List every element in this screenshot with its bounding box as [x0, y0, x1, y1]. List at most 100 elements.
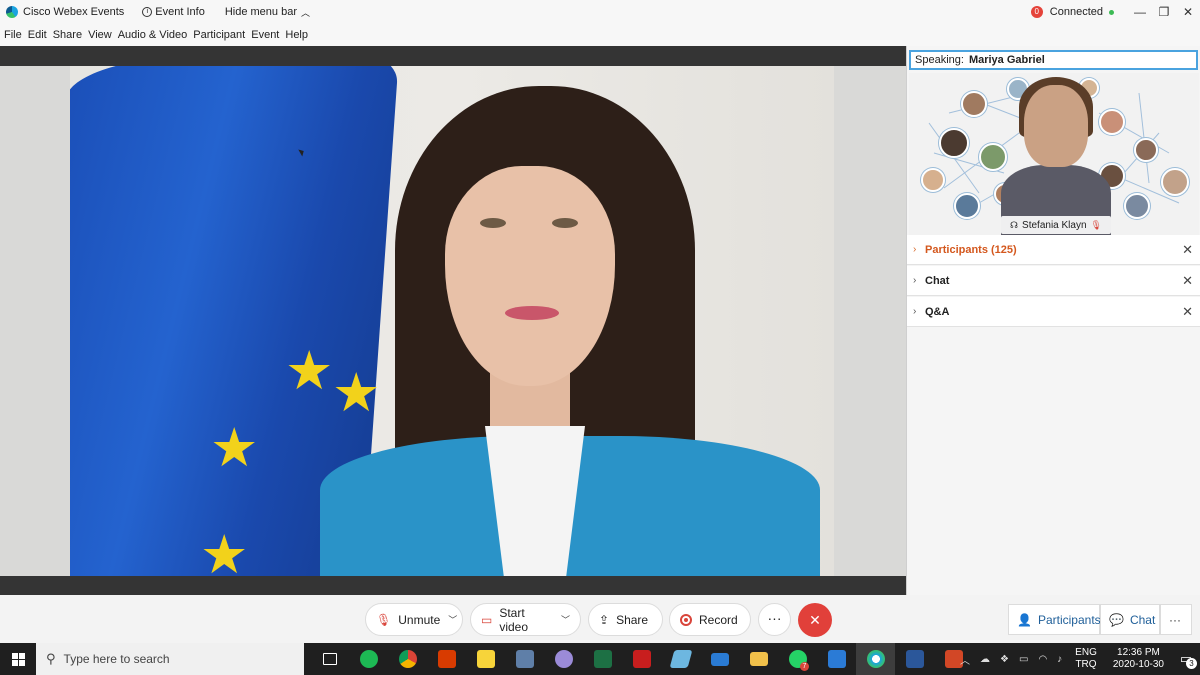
whatsapp-badge: 7 [800, 662, 809, 671]
self-name: Stefania Klayn [1022, 219, 1087, 231]
clock[interactable]: 12:36 PM 2020-10-30 [1113, 647, 1164, 671]
record-button[interactable]: Record [669, 603, 751, 636]
speaking-label: Speaking: [915, 54, 964, 66]
event-info-label: Event Info [155, 6, 205, 18]
hide-menu-bar-button[interactable]: Hide menu bar ︿ [225, 6, 310, 19]
file-explorer-icon[interactable] [739, 643, 778, 675]
speaker-video: ★ ★ ★ ★ [70, 66, 834, 576]
menu-bar: File Edit Share View Audio & Video Parti… [0, 24, 1200, 46]
share-button[interactable]: ⇪ Share [588, 603, 663, 636]
chevron-right-icon: › [913, 275, 917, 286]
wifi-icon[interactable]: ◠ [1038, 654, 1047, 665]
chevron-down-icon[interactable]: ﹀ [448, 613, 457, 626]
notification-center-button[interactable]: ▭ 3 [1172, 643, 1200, 675]
close-button[interactable]: ✕ [1176, 5, 1200, 19]
menu-file[interactable]: File [4, 29, 22, 41]
menu-share[interactable]: Share [53, 29, 82, 41]
windows-logo-icon [11, 652, 25, 666]
language-indicator[interactable]: ENG TRQ [1075, 647, 1097, 671]
language-bottom: TRQ [1075, 659, 1097, 670]
event-info-button[interactable]: i Event Info [142, 6, 205, 18]
word-icon[interactable] [895, 643, 934, 675]
connected-dot-icon [1109, 9, 1114, 15]
chat-section[interactable]: › Chat ✕ [907, 266, 1200, 296]
acrobat-icon[interactable] [622, 643, 661, 675]
system-tray: ︿ ☁ ❖ ▭ ◠ ♪ ENG TRQ 12:36 PM 2020-10-30 … [955, 643, 1200, 675]
sticky-notes-icon[interactable] [466, 643, 505, 675]
chat-bubble-icon: 💬 [1109, 612, 1124, 627]
main-video-stage[interactable]: ★ ★ ★ ★ [0, 46, 906, 595]
connection-status-icon: 0 [1030, 6, 1043, 18]
self-video-thumbnail[interactable]: ☊ Stefania Klayn 🎙 [909, 73, 1199, 235]
app-name: Cisco Webex Events [23, 6, 125, 18]
muted-mic-icon: 🎙 [1090, 219, 1102, 230]
calculator-icon[interactable] [505, 643, 544, 675]
clock-date: 2020-10-30 [1112, 659, 1164, 670]
snip-icon[interactable] [661, 643, 700, 675]
self-video-label: ☊ Stefania Klayn 🎙 [1001, 216, 1111, 234]
unmute-label: Unmute [398, 612, 441, 627]
panel-more-button[interactable]: ··· [1160, 604, 1192, 635]
menu-edit[interactable]: Edit [28, 29, 47, 41]
record-label: Record [699, 612, 738, 627]
hide-menu-bar-label: Hide menu bar [224, 6, 297, 18]
person-icon: 👤 [1017, 612, 1032, 627]
close-chat-button[interactable]: ✕ [1182, 273, 1193, 289]
menu-participant[interactable]: Participant [193, 29, 245, 41]
close-qa-button[interactable]: ✕ [1182, 304, 1193, 320]
chevron-down-icon[interactable]: ﹀ [561, 613, 570, 626]
participants-button-label: Participants [1037, 612, 1101, 627]
share-icon: ⇪ [599, 612, 610, 627]
mic-muted-icon: 🎙 [376, 612, 392, 627]
meeting-controls: 🎙 Unmute ﹀ ▭ Start video ﹀ ⇪ Share Recor… [0, 595, 1200, 643]
participants-section[interactable]: › Participants (125) ✕ [907, 235, 1200, 265]
chrome-icon[interactable] [388, 643, 427, 675]
menu-audio-video[interactable]: Audio & Video [118, 29, 188, 41]
start-video-label: Start video [499, 605, 529, 634]
calendar-icon[interactable] [817, 643, 856, 675]
share-label: Share [616, 612, 649, 627]
active-speaker-name: Mariya Gabriel [968, 54, 1045, 66]
paint-icon[interactable] [544, 643, 583, 675]
qa-section[interactable]: › Q&A ✕ [907, 297, 1200, 327]
clock-time: 12:36 PM [1117, 647, 1160, 658]
right-panel: Speaking: Mariya Gabriel ☊ Stefania Klay… [906, 46, 1200, 595]
language-top: ENG [1075, 647, 1097, 658]
start-video-button[interactable]: ▭ Start video ﹀ [470, 603, 581, 636]
network-icon[interactable]: ☁ [980, 654, 990, 665]
battery-icon[interactable]: ▭ [1019, 654, 1028, 665]
more-options-button[interactable]: ··· [758, 603, 791, 636]
chat-panel-button[interactable]: 💬 Chat [1100, 604, 1160, 635]
restore-button[interactable]: ❐ [1152, 5, 1176, 19]
chevron-up-icon[interactable]: ︿ [960, 652, 970, 667]
unmute-button[interactable]: 🎙 Unmute ﹀ [365, 603, 463, 636]
video-off-icon: ▭ [481, 612, 493, 627]
participants-panel-button[interactable]: 👤 Participants [1008, 604, 1101, 635]
chevron-right-icon: › [913, 306, 917, 317]
excel-icon[interactable] [583, 643, 622, 675]
taskbar-search[interactable]: ⚲ Type here to search [36, 643, 304, 675]
start-button[interactable] [0, 643, 36, 675]
close-participants-button[interactable]: ✕ [1182, 242, 1193, 258]
dropbox-icon[interactable]: ❖ [1000, 654, 1009, 665]
menu-view[interactable]: View [88, 29, 112, 41]
office-icon[interactable] [427, 643, 466, 675]
webex-logo-icon [6, 6, 18, 18]
windows-taskbar: ⚲ Type here to search 7 ︿ ☁ ❖ ▭ ◠ ♪ ENG … [0, 643, 1200, 675]
participants-section-label: Participants (125) [925, 243, 1017, 256]
search-placeholder: Type here to search [63, 652, 170, 666]
chevron-up-icon: ︿ [301, 7, 311, 18]
minimize-button[interactable]: — [1128, 5, 1152, 19]
mail-icon[interactable] [700, 643, 739, 675]
leave-meeting-button[interactable]: ✕ [798, 603, 832, 637]
volume-icon[interactable]: ♪ [1057, 654, 1062, 665]
menu-help[interactable]: Help [285, 29, 308, 41]
whatsapp-icon[interactable]: 7 [778, 643, 817, 675]
active-speaker-bar: Speaking: Mariya Gabriel [909, 50, 1198, 70]
spotify-icon[interactable] [349, 643, 388, 675]
task-view-icon[interactable] [310, 643, 349, 675]
chat-button-label: Chat [1129, 612, 1156, 627]
menu-event[interactable]: Event [251, 29, 279, 41]
webex-taskbar-icon[interactable] [856, 643, 895, 675]
chevron-right-icon: › [913, 244, 917, 255]
